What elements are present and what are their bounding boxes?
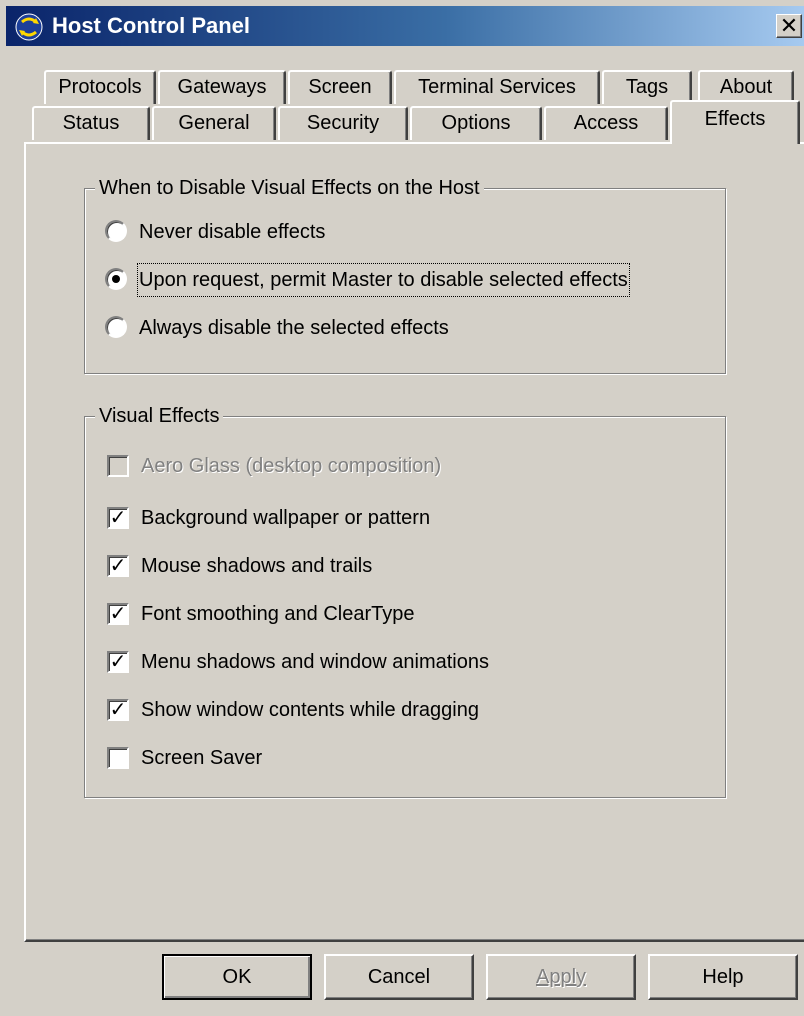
- checkmark-icon[interactable]: ✓: [107, 699, 129, 721]
- checkbox[interactable]: [107, 747, 129, 769]
- close-icon[interactable]: ✕: [776, 14, 802, 38]
- tab-security[interactable]: Security: [278, 106, 408, 140]
- radio-button[interactable]: [105, 316, 127, 338]
- disable-effects-group: When to Disable Visual Effects on the Ho…: [84, 176, 726, 374]
- checkbox-screen-saver[interactable]: Screen Saver: [107, 743, 667, 773]
- disable-effects-group-legend: When to Disable Visual Effects on the Ho…: [95, 176, 484, 200]
- checkbox-aero-glass: Aero Glass (desktop composition): [107, 451, 667, 481]
- tab-screen[interactable]: Screen: [288, 70, 392, 104]
- checkbox-label: Background wallpaper or pattern: [141, 507, 431, 529]
- checkmark-icon[interactable]: ✓: [107, 555, 129, 577]
- tab-options[interactable]: Options: [410, 106, 542, 140]
- radio-button[interactable]: [105, 268, 127, 290]
- tab-about[interactable]: About: [698, 70, 794, 104]
- visual-effects-group: Visual Effects Aero Glass (desktop compo…: [84, 404, 726, 798]
- tab-protocols[interactable]: Protocols: [44, 70, 156, 104]
- checkbox-menu-shadows[interactable]: ✓ Menu shadows and window animations: [107, 647, 667, 677]
- tab-effects[interactable]: Effects: [670, 100, 800, 144]
- radio-upon-request[interactable]: Upon request, permit Master to disable s…: [105, 263, 705, 297]
- tab-access[interactable]: Access: [544, 106, 668, 140]
- checkbox-label: Show window contents while dragging: [141, 699, 479, 721]
- title-bar[interactable]: Host Control Panel ✕: [6, 6, 804, 46]
- visual-effects-group-legend: Visual Effects: [95, 404, 224, 428]
- radio-button[interactable]: [105, 220, 127, 242]
- radio-never-disable[interactable]: Never disable effects: [105, 217, 665, 247]
- app-icon: [15, 13, 43, 41]
- radio-label: Upon request, permit Master to disable s…: [137, 263, 630, 297]
- cancel-button[interactable]: Cancel: [324, 954, 474, 1000]
- checkmark-icon[interactable]: ✓: [107, 603, 129, 625]
- host-control-panel-window: Host Control Panel ✕ Protocols Gateways …: [0, 0, 804, 1016]
- checkmark-icon[interactable]: ✓: [107, 507, 129, 529]
- effects-tab-panel: When to Disable Visual Effects on the Ho…: [24, 142, 804, 942]
- window-title: Host Control Panel: [52, 13, 251, 38]
- tab-tags[interactable]: Tags: [602, 70, 692, 104]
- tab-gateways[interactable]: Gateways: [158, 70, 286, 104]
- ok-button[interactable]: OK: [162, 954, 312, 1000]
- checkbox-label: Menu shadows and window animations: [141, 651, 489, 673]
- checkbox-label: Screen Saver: [141, 747, 263, 769]
- tab-general[interactable]: General: [152, 106, 276, 140]
- tab-terminal-services[interactable]: Terminal Services: [394, 70, 600, 104]
- apply-button: Apply: [486, 954, 636, 1000]
- checkbox-mouse-shadows[interactable]: ✓ Mouse shadows and trails: [107, 551, 667, 581]
- checkbox-label: Font smoothing and ClearType: [141, 603, 415, 625]
- radio-always-disable[interactable]: Always disable the selected effects: [105, 313, 665, 343]
- checkbox-font-smoothing[interactable]: ✓ Font smoothing and ClearType: [107, 599, 667, 629]
- checkbox-background-wallpaper[interactable]: ✓ Background wallpaper or pattern: [107, 503, 667, 533]
- checkbox-show-window-contents[interactable]: ✓ Show window contents while dragging: [107, 695, 667, 725]
- checkbox-label: Mouse shadows and trails: [141, 555, 373, 577]
- radio-label: Never disable effects: [139, 221, 326, 243]
- radio-label: Always disable the selected effects: [139, 317, 449, 339]
- checkmark-icon[interactable]: ✓: [107, 651, 129, 673]
- tab-status[interactable]: Status: [32, 106, 150, 140]
- checkbox: [107, 455, 129, 477]
- checkbox-label: Aero Glass (desktop composition): [141, 455, 442, 477]
- help-button[interactable]: Help: [648, 954, 798, 1000]
